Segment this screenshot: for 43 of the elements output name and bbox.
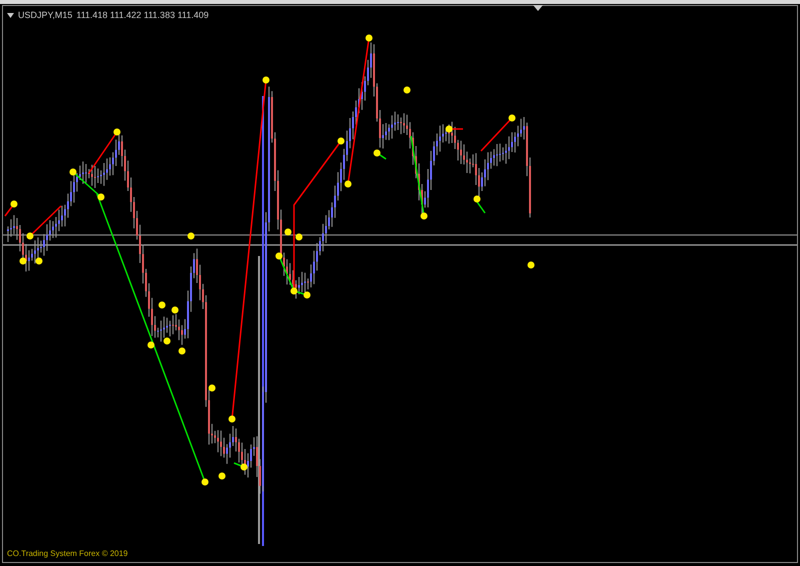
swing-point-marker — [262, 76, 270, 84]
price-quotes: 111.418 111.422 111.383 111.409 — [76, 10, 209, 20]
swing-point-marker — [276, 252, 282, 260]
swing-point-marker — [164, 338, 170, 344]
swing-point-marker — [10, 200, 18, 208]
swing-point-marker — [20, 258, 26, 264]
dropdown-triangle-icon[interactable] — [7, 12, 14, 18]
swing-point-marker — [240, 464, 248, 470]
swing-point-marker — [202, 478, 208, 486]
swing-point-marker — [528, 262, 534, 268]
swing-point-marker — [148, 342, 154, 348]
zigzag-line — [29, 205, 62, 237]
swing-point-marker — [338, 138, 344, 144]
swing-point-marker — [26, 232, 34, 240]
swing-point-marker — [366, 34, 372, 42]
swing-point-marker — [228, 416, 236, 422]
swing-point-marker — [114, 128, 120, 136]
swing-point-marker — [218, 472, 226, 480]
swing-point-marker — [208, 384, 216, 392]
swing-point-marker — [374, 150, 380, 156]
shift-marker-icon[interactable] — [533, 5, 543, 11]
zigzag-line — [4, 204, 15, 216]
zigzag-line — [376, 152, 386, 160]
symbol-label: USDJPY,M15 — [18, 10, 72, 20]
swing-point-marker — [290, 288, 298, 294]
swing-point-marker — [446, 126, 452, 132]
swing-point-marker — [172, 306, 178, 314]
swing-point-marker — [98, 194, 104, 200]
swing-point-marker — [296, 234, 302, 240]
swing-point-marker — [508, 114, 516, 122]
swing-point-marker — [344, 180, 352, 188]
swing-point-marker — [188, 232, 194, 240]
swing-point-marker — [158, 302, 166, 308]
swing-point-marker — [404, 86, 410, 94]
swing-point-marker — [70, 168, 76, 176]
swing-point-marker — [178, 348, 186, 354]
copyright-label: CO.Trading System Forex © 2019 — [7, 549, 128, 558]
swing-point-marker — [284, 228, 292, 236]
zigzag-line — [480, 117, 513, 152]
swing-point-marker — [474, 196, 480, 202]
swing-point-marker — [304, 292, 310, 298]
swing-point-marker — [36, 258, 42, 264]
swing-point-marker — [420, 212, 428, 220]
